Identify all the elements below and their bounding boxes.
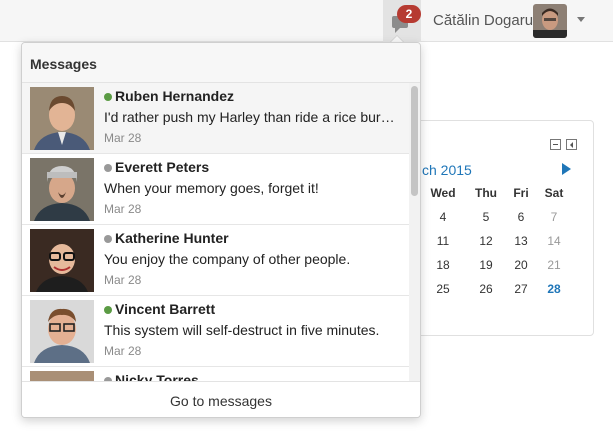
calendar-month-label[interactable]: ch 2015 [422,162,472,178]
sender-name: Vincent Barrett [115,301,216,317]
popover-footer: Go to messages [22,381,420,417]
calendar-day[interactable]: 7 [538,210,570,224]
top-navbar: 2 Cătălin Dogaru [0,0,613,42]
message-list[interactable]: Ruben Hernandez I'd rather push my Harle… [22,83,409,381]
avatar [30,87,94,150]
popover-title: Messages [30,56,97,72]
scrollbar-thumb[interactable] [411,86,418,196]
weekday-header: Fri [513,186,529,200]
calendar-day-today[interactable]: 28 [538,282,570,296]
message-item[interactable]: Katherine Hunter You enjoy the company o… [22,225,409,296]
message-preview: You enjoy the company of other people. [104,251,351,267]
sender-name: Katherine Hunter [115,230,229,246]
calendar-day[interactable]: 12 [470,234,502,248]
next-month-icon[interactable] [562,163,571,175]
status-indicator-online [104,306,112,314]
calendar-day[interactable]: 26 [470,282,502,296]
sender-name: Everett Peters [115,159,210,175]
weekday-header: Sat [544,186,564,200]
calendar-day[interactable]: 6 [505,210,537,224]
calendar-day[interactable]: 18 [427,258,459,272]
message-item[interactable]: Nicky Torres [22,367,409,381]
chevron-down-icon[interactable] [577,17,585,22]
user-avatar[interactable] [533,4,567,38]
calendar-day[interactable]: 14 [538,234,570,248]
message-date: Mar 28 [104,273,142,287]
status-indicator-offline [104,164,112,172]
avatar [30,158,94,221]
status-indicator-offline [104,235,112,243]
minimize-icon[interactable] [550,139,561,150]
calendar-day[interactable]: 11 [427,234,459,248]
message-item[interactable]: Vincent Barrett This system will self-de… [22,296,409,367]
calendar-day[interactable]: 27 [505,282,537,296]
status-indicator-online [104,93,112,101]
go-to-messages-link[interactable]: Go to messages [170,393,272,409]
calendar-block [412,120,594,336]
calendar-day[interactable]: 13 [505,234,537,248]
calendar-day[interactable]: 19 [470,258,502,272]
calendar-day[interactable]: 25 [427,282,459,296]
sender-name: Ruben Hernandez [115,88,235,104]
messages-popover: Messages Ruben Hernandez I'd rather push… [21,42,421,418]
message-date: Mar 28 [104,202,142,216]
message-preview: This system will self-destruct in five m… [104,322,380,338]
message-item[interactable]: Everett Peters When your memory goes, fo… [22,154,409,225]
avatar [30,229,94,292]
calendar-day[interactable]: 21 [538,258,570,272]
avatar [30,300,94,363]
weekday-header: Thu [475,186,497,200]
message-date: Mar 28 [104,131,142,145]
message-preview: I'd rather push my Harley than ride a ri… [104,109,400,125]
calendar-day[interactable]: 5 [470,210,502,224]
message-preview: When your memory goes, forget it! [104,180,319,196]
sender-name: Nicky Torres [115,372,199,381]
user-menu-name[interactable]: Cătălin Dogaru [433,12,533,29]
avatar [30,371,94,381]
calendar-day[interactable]: 20 [505,258,537,272]
weekday-header: Wed [430,186,456,200]
message-item[interactable]: Ruben Hernandez I'd rather push my Harle… [22,83,409,154]
dock-icon[interactable] [566,139,577,150]
calendar-day[interactable]: 4 [427,210,459,224]
unread-count-badge: 2 [397,5,421,23]
message-date: Mar 28 [104,344,142,358]
popover-header: Messages [22,43,420,83]
